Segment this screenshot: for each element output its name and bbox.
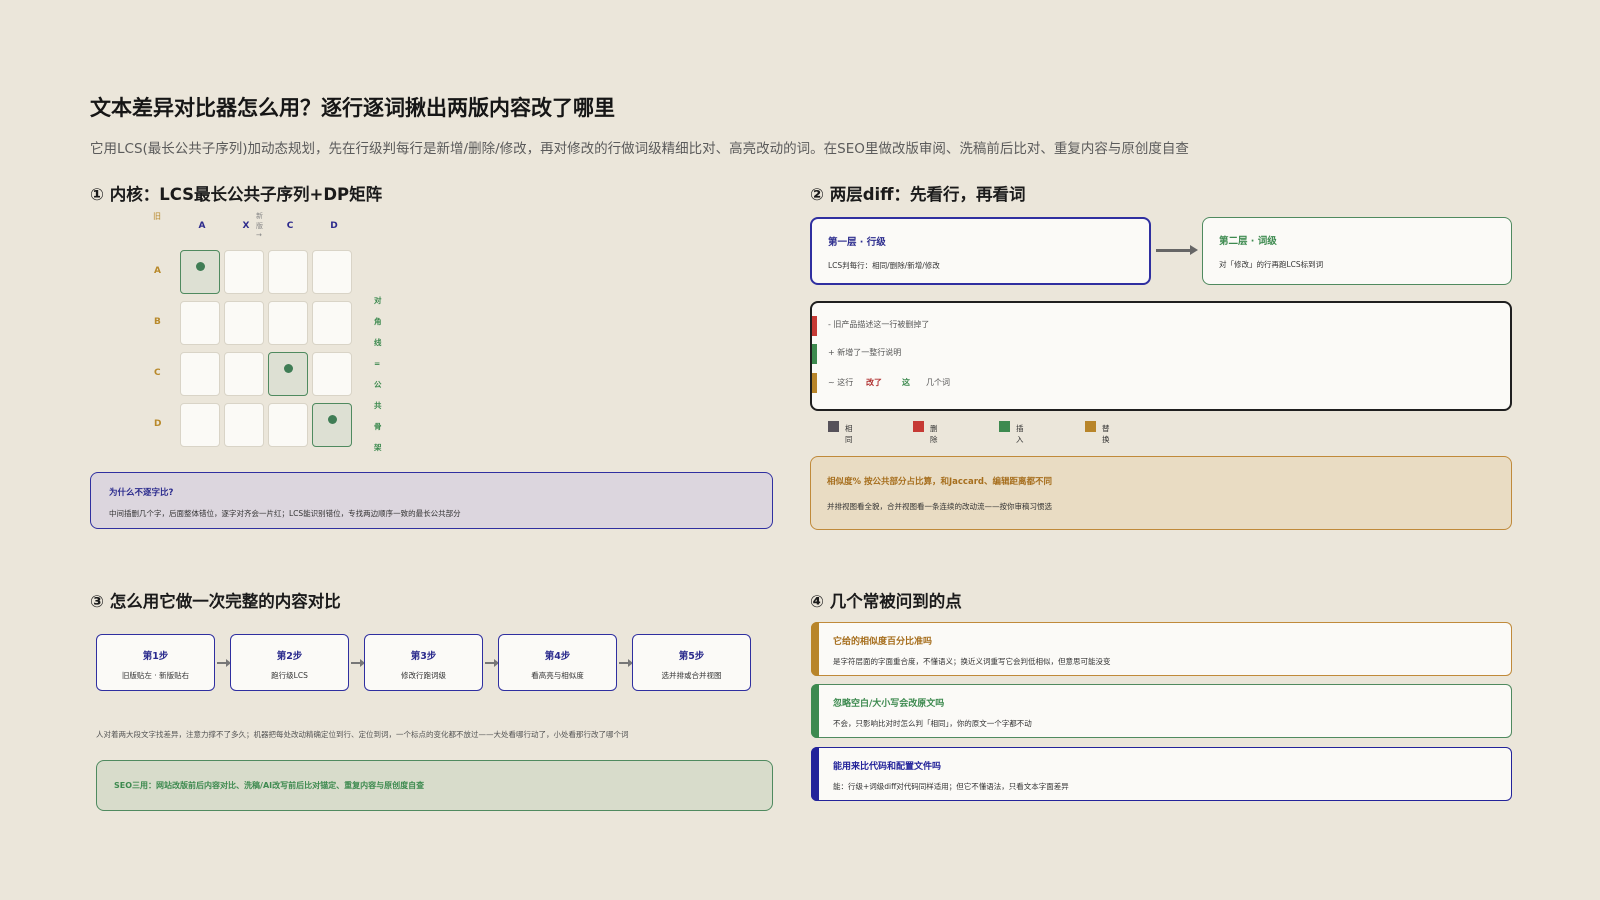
diagonal-note-line1: 对角线= [374,296,382,368]
matrix-cell [268,250,308,294]
faq-answer: 是字符层面的字面重合度，不懂语义；换近义词重写它会判低相似，但意思可能没变 [833,657,1111,666]
match-dot [196,262,205,271]
faq-question: 它给的相似度百分比准吗 [833,637,933,647]
section4-heading: ④ 几个常被问到的点 [810,592,962,611]
matrix-cell [180,301,220,345]
legend-label: 相同 [845,424,853,444]
step-desc: 看高亮与相似度 [531,671,584,680]
step-desc: 选并排或合并视图 [661,671,722,680]
similarity-box: 相似度% 按公共部分占比算，和Jaccard、编辑距离都不同 并排视图看全貌，合… [810,456,1512,530]
modified-line-suffix: 几个词 [926,378,950,387]
deleted-line: - 旧产品描述这一行被删掉了 [828,320,930,329]
match-dot [328,415,337,424]
legend-label: 替换 [1102,424,1110,444]
why-text: 中间插删几个字，后面整体错位，逐字对齐会一片红；LCS能识别错位，专找两边顺序一… [109,509,461,518]
matrix-row-header: B [154,317,161,327]
section3-note: 人对着两大段文字找差异，注意力撑不了多久；机器把每处改动精确定位到行、定位到词，… [96,730,629,739]
step-desc: 跑行级LCS [271,671,308,680]
matrix-row-header: C [154,368,161,378]
layer2-text: 对「修改」的行再跑LCS标到词 [1219,260,1324,269]
matrix-cell [224,301,264,345]
legend-swatch-insert [999,421,1010,432]
deleted-word: 改了 [866,378,882,387]
faq-answer: 能：行级+词级diff对代码同样适用；但它不懂语法，只看文本字面差异 [833,782,1069,791]
faq-answer: 不会，只影响比对时怎么判「相同」，你的原文一个字都不动 [833,719,1032,728]
step-card-5: 第5步 选并排或合并视图 [632,634,751,691]
matrix-cell [312,250,352,294]
legend-swatch-replace [1085,421,1096,432]
faq-question: 能用来比代码和配置文件吗 [833,762,942,772]
modified-line-marker [812,373,817,393]
matrix-row-header: D [154,419,162,429]
layer1-title: 第一层 · 行级 [828,237,886,248]
matrix-col-header: D [330,221,338,231]
step-card-1: 第1步 旧版贴左 · 新版贴右 [96,634,215,691]
legend-label: 插入 [1016,424,1024,444]
similarity-title: 相似度% 按公共部分占比算，和Jaccard、编辑距离都不同 [827,477,1052,487]
step-title: 第2步 [276,651,303,662]
step-card-3: 第3步 修改行跑词级 [364,634,483,691]
section2-heading: ② 两层diff：先看行，再看词 [810,185,1026,204]
page-title: 文本差异对比器怎么用？逐行逐词揪出两版内容改了哪里 [90,96,615,120]
similarity-text: 并排视图看全貌，合并视图看一条连续的改动流——按你审稿习惯选 [827,502,1052,511]
step-desc: 修改行跑词级 [401,671,446,680]
why-title: 为什么不逐字比? [109,488,174,498]
matrix-cell [180,403,220,447]
step-title: 第5步 [678,651,705,662]
matrix-cell [268,301,308,345]
legend-swatch-same [828,421,839,432]
inserted-line-marker [812,344,817,364]
step-title: 第3步 [410,651,437,662]
inserted-line: + 新增了一整行说明 [828,348,902,357]
matrix-row-header: A [154,266,161,276]
modified-line-prefix: ~ 这行 [828,378,854,387]
section1-heading: ① 内核：LCS最长公共子序列+DP矩阵 [90,185,383,204]
step-title: 第1步 [142,651,169,662]
layer-arrow [1156,249,1192,252]
seo-uses-box: SEO三用：网站改版前后内容对比、洗稿/AI改写前后比对锚定、重复内容与原创度自… [96,760,773,811]
matrix-col-header: A [198,221,206,231]
layer1-card: 第一层 · 行级 LCS判每行：相同/删除/新增/修改 [810,217,1151,285]
matrix-cell-match [268,352,308,396]
matrix-cell [224,403,264,447]
matrix-col-header: X [242,221,250,231]
faq-item-whitespace: 忽略空白/大小写会改原文吗 不会，只影响比对时怎么判「相同」，你的原文一个字都不… [811,684,1512,738]
section3-heading: ③ 怎么用它做一次完整的内容对比 [90,592,341,611]
match-dot [284,364,293,373]
matrix-cell [312,352,352,396]
layer2-card: 第二层 · 词级 对「修改」的行再跑LCS标到词 [1202,217,1512,285]
faq-question: 忽略空白/大小写会改原文吗 [833,699,945,709]
diagonal-note: 对角线= 公共骨架 [374,290,382,458]
page-subtitle: 它用LCS(最长公共子序列)加动态规划，先在行级判每行是新增/删除/修改，再对修… [90,141,1189,157]
faq-item-code: 能用来比代码和配置文件吗 能：行级+词级diff对代码同样适用；但它不懂语法，只… [811,747,1512,801]
faq-accent-bar [811,622,819,676]
matrix-cell [268,403,308,447]
faq-accent-bar [811,747,819,801]
layer2-title: 第二层 · 词级 [1219,236,1277,247]
seo-uses-text: SEO三用：网站改版前后内容对比、洗稿/AI改写前后比对锚定、重复内容与原创度自… [114,781,425,790]
matrix-cell [312,301,352,345]
matrix-corner-label: 旧 [153,212,161,221]
legend-swatch-delete [913,421,924,432]
legend-label: 删除 [930,424,938,444]
matrix-cell [224,352,264,396]
layer-arrow-head [1190,245,1198,255]
step-card-2: 第2步 跑行级LCS [230,634,349,691]
diagonal-note-line2: 公共骨架 [374,380,382,452]
deleted-line-marker [812,316,817,336]
step-card-4: 第4步 看高亮与相似度 [498,634,617,691]
matrix-col-header: C [286,221,294,231]
diff-example-box: - 旧产品描述这一行被删掉了 + 新增了一整行说明 ~ 这行 改了 这 几个词 [810,301,1512,411]
matrix-cell [180,352,220,396]
matrix-cell [224,250,264,294]
step-title: 第4步 [544,651,571,662]
layer1-text: LCS判每行：相同/删除/新增/修改 [828,261,940,270]
inserted-word: 这 [902,378,910,387]
step-desc: 旧版贴左 · 新版贴右 [121,671,190,680]
why-not-char-box: 为什么不逐字比? 中间插删几个字，后面整体错位，逐字对齐会一片红；LCS能识别错… [90,472,773,529]
matrix-cell-match [312,403,352,447]
faq-accent-bar [811,684,819,738]
matrix-cell-match [180,250,220,294]
faq-item-similarity: 它给的相似度百分比准吗 是字符层面的字面重合度，不懂语义；换近义词重写它会判低相… [811,622,1512,676]
